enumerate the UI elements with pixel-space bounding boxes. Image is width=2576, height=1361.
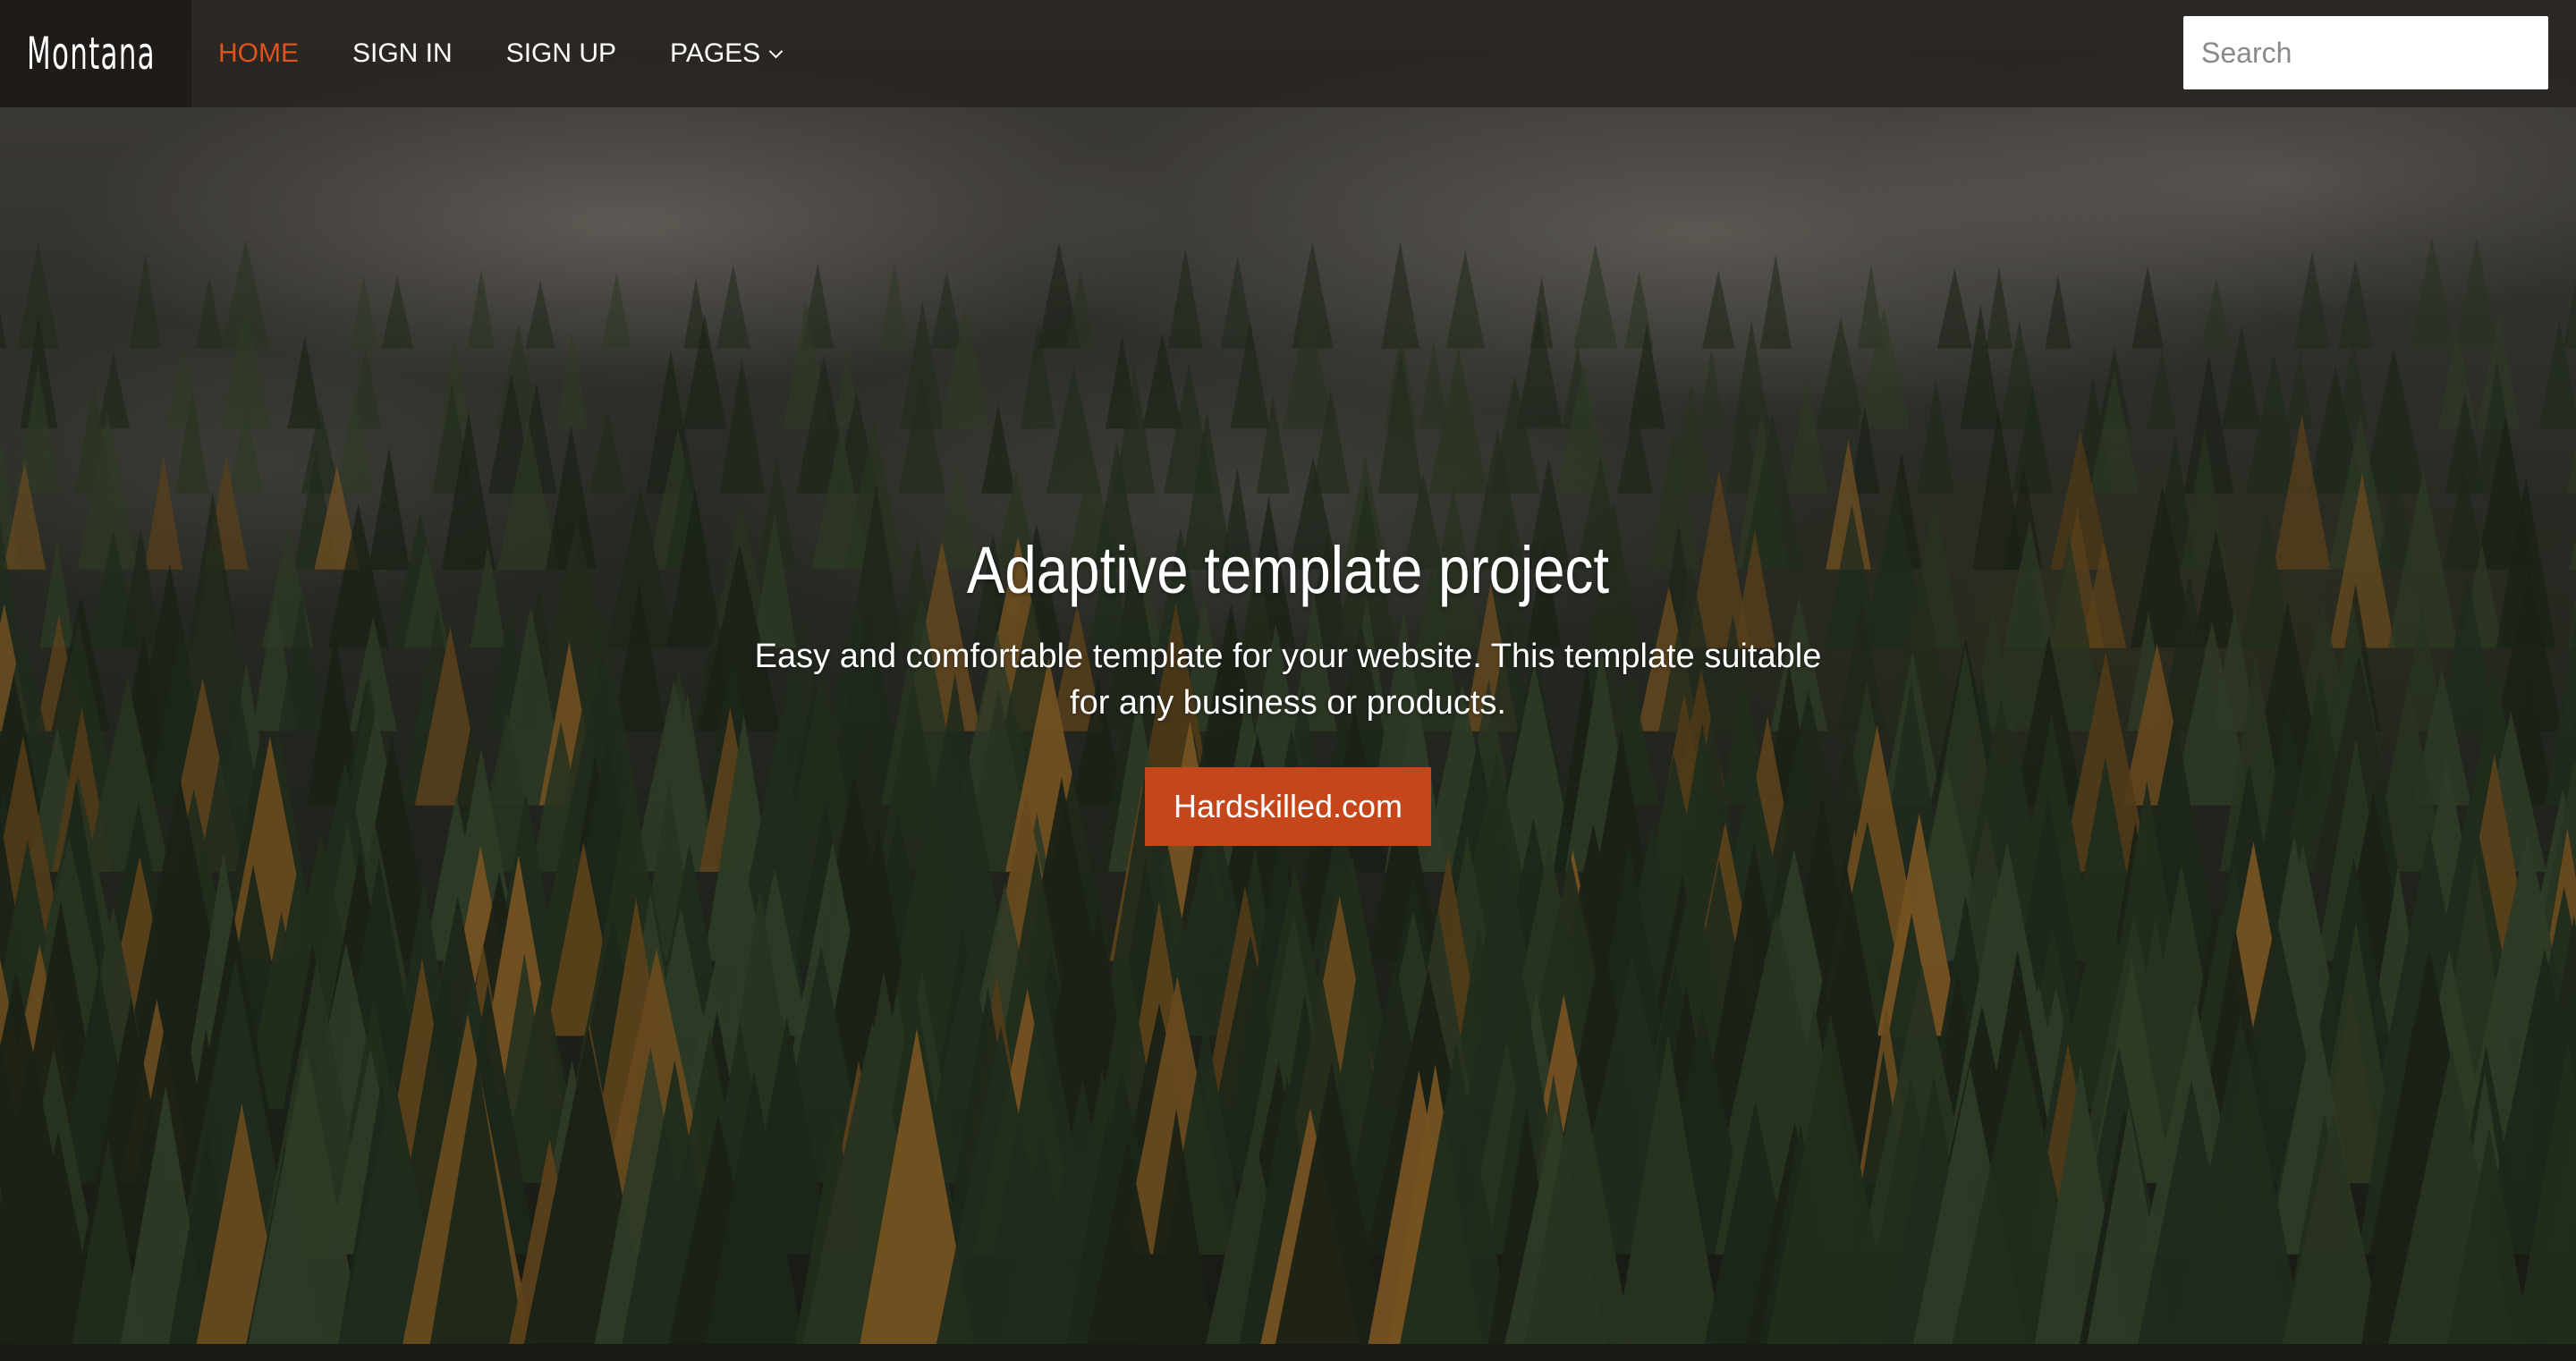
nav-item-pages-dropdown[interactable]: PAGES xyxy=(670,38,784,69)
nav-item-label: HOME xyxy=(218,38,299,68)
nav-item-label: PAGES xyxy=(670,38,761,68)
chevron-down-icon xyxy=(768,44,784,58)
hero-title: Adaptive template project xyxy=(966,533,1610,607)
hero-content: Adaptive template project Easy and comfo… xyxy=(0,528,2576,846)
nav-item-sign-in[interactable]: SIGN IN xyxy=(352,38,453,69)
nav-item-sign-up[interactable]: SIGN UP xyxy=(506,38,616,69)
search-box xyxy=(2183,16,2576,89)
brand-name: Montana xyxy=(27,28,156,80)
hero-cta-button[interactable]: Hardskilled.com xyxy=(1145,767,1431,846)
navbar: Montana HOME SIGN IN SIGN UP PAGES xyxy=(0,0,2576,107)
search-input[interactable] xyxy=(2183,16,2576,89)
nav-item-home[interactable]: HOME xyxy=(218,38,299,69)
brand-logo[interactable]: Montana xyxy=(0,0,191,107)
nav-item-label: SIGN UP xyxy=(505,38,617,68)
nav-item-label: SIGN IN xyxy=(352,38,453,68)
hero-subtitle: Easy and comfortable template for your w… xyxy=(754,638,1822,722)
